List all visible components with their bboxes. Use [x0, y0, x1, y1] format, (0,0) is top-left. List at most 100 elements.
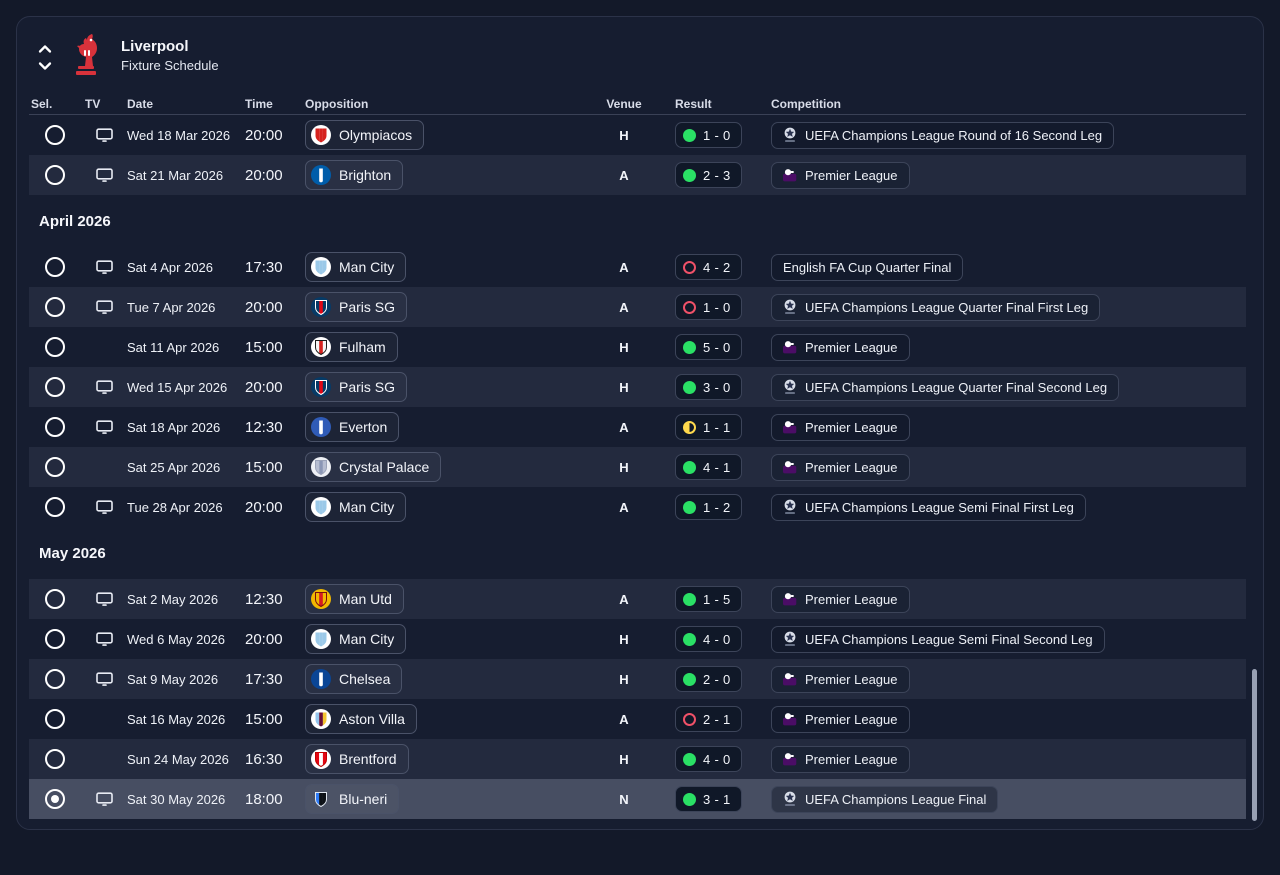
- competition-pill[interactable]: UEFA Champions League Round of 16 Second…: [771, 121, 1115, 149]
- competition-pill[interactable]: UEFA Champions League Final: [771, 785, 999, 813]
- opposition-pill[interactable]: Everton: [305, 412, 400, 442]
- result-pill[interactable]: 3 - 0: [675, 374, 742, 400]
- fixture-row[interactable]: Sat 4 Apr 2026 17:30 Man City A 4 - 2 En…: [29, 247, 1246, 287]
- fixture-time: 16:30: [245, 750, 283, 768]
- fixture-date: Sat 18 Apr 2026: [127, 419, 221, 435]
- tv-icon: [95, 167, 113, 182]
- result-pill[interactable]: 2 - 1: [675, 706, 742, 732]
- opposition-pill[interactable]: Man City: [305, 252, 407, 282]
- select-radio[interactable]: [45, 669, 65, 689]
- opposition-pill[interactable]: Fulham: [305, 332, 398, 362]
- competition-name: UEFA Champions League Semi Final Second …: [805, 631, 1093, 647]
- fixture-row[interactable]: Wed 6 May 2026 20:00 Man City H 4 - 0 UE…: [29, 619, 1246, 659]
- result-pill[interactable]: 1 - 1: [675, 414, 742, 440]
- competition-pill[interactable]: Premier League: [771, 161, 910, 189]
- opposition-pill[interactable]: Olympiacos: [305, 120, 425, 150]
- opposition-pill[interactable]: Brighton: [305, 160, 404, 190]
- chevron-down-icon[interactable]: [37, 59, 53, 70]
- opposition-pill[interactable]: Blu-neri: [305, 784, 400, 814]
- select-radio[interactable]: [45, 497, 65, 517]
- select-radio[interactable]: [45, 789, 65, 809]
- opposition-pill[interactable]: Paris SG: [305, 372, 408, 402]
- select-radio[interactable]: [45, 629, 65, 649]
- select-radio[interactable]: [45, 457, 65, 477]
- result-pill[interactable]: 1 - 2: [675, 494, 742, 520]
- select-radio[interactable]: [45, 297, 65, 317]
- result-pill[interactable]: 4 - 1: [675, 454, 742, 480]
- fixture-row[interactable]: Sat 21 Mar 2026 20:00 Brighton A 2 - 3 P…: [29, 155, 1246, 195]
- competition-pill[interactable]: Premier League: [771, 333, 910, 361]
- club-badge-icon: [311, 297, 331, 317]
- fixture-time: 12:30: [245, 590, 283, 608]
- competition-pill[interactable]: Premier League: [771, 453, 910, 481]
- fixture-row[interactable]: Tue 28 Apr 2026 20:00 Man City A 1 - 2 U…: [29, 487, 1246, 527]
- result-pill[interactable]: 5 - 0: [675, 334, 742, 360]
- competition-pill[interactable]: English FA Cup Quarter Final: [771, 253, 964, 281]
- result-pill[interactable]: 3 - 1: [675, 786, 742, 812]
- fixture-row[interactable]: Sat 11 Apr 2026 15:00 Fulham H 5 - 0 Pre…: [29, 327, 1246, 367]
- opposition-pill[interactable]: Brentford: [305, 744, 409, 774]
- opposition-pill[interactable]: Man City: [305, 492, 407, 522]
- select-radio[interactable]: [45, 417, 65, 437]
- opposition-pill[interactable]: Man Utd: [305, 584, 404, 614]
- result-pill[interactable]: 2 - 3: [675, 162, 742, 188]
- result-pill[interactable]: 4 - 0: [675, 626, 742, 652]
- opposition-pill[interactable]: Crystal Palace: [305, 452, 442, 482]
- opposition-pill[interactable]: Chelsea: [305, 664, 403, 694]
- column-header-tv: TV: [85, 96, 101, 111]
- result-pill[interactable]: 4 - 2: [675, 254, 742, 280]
- result-pill[interactable]: 4 - 0: [675, 746, 742, 772]
- venue-indicator: N: [619, 791, 629, 807]
- result-score: 4 - 0: [703, 751, 731, 767]
- competition-pill[interactable]: Premier League: [771, 413, 910, 441]
- fixture-row[interactable]: Sat 30 May 2026 18:00 Blu-neri N 3 - 1 U…: [29, 779, 1246, 819]
- select-radio[interactable]: [45, 125, 65, 145]
- tv-icon: [95, 671, 113, 686]
- competition-pill[interactable]: Premier League: [771, 745, 910, 773]
- competition-pill[interactable]: UEFA Champions League Quarter Final Seco…: [771, 373, 1120, 401]
- fixture-row[interactable]: Sat 25 Apr 2026 15:00 Crystal Palace H 4…: [29, 447, 1246, 487]
- opposition-pill[interactable]: Man City: [305, 624, 407, 654]
- premier-league-lion-icon: [783, 593, 797, 606]
- chevron-up-icon[interactable]: [37, 42, 53, 53]
- result-loss-dot: [683, 300, 696, 314]
- result-loss-dot: [683, 260, 696, 274]
- competition-pill[interactable]: Premier League: [771, 705, 910, 733]
- fixture-row[interactable]: Sat 18 Apr 2026 12:30 Everton A 1 - 1 Pr…: [29, 407, 1246, 447]
- competition-pill[interactable]: Premier League: [771, 665, 910, 693]
- fixture-row[interactable]: Sun 24 May 2026 16:30 Brentford H 4 - 0: [29, 739, 1246, 779]
- select-radio[interactable]: [45, 165, 65, 185]
- result-pill[interactable]: 1 - 5: [675, 586, 742, 612]
- fixture-time: 15:00: [245, 458, 283, 476]
- competition-pill[interactable]: Premier League: [771, 585, 910, 613]
- select-radio[interactable]: [45, 749, 65, 769]
- venue-indicator: A: [619, 259, 629, 275]
- opposition-pill[interactable]: Aston Villa: [305, 704, 417, 734]
- fixture-row[interactable]: Sat 2 May 2026 12:30 Man Utd A 1 - 5 Pre…: [29, 579, 1246, 619]
- select-radio[interactable]: [45, 377, 65, 397]
- competition-pill[interactable]: UEFA Champions League Quarter Final Firs…: [771, 293, 1101, 321]
- opposition-pill[interactable]: Paris SG: [305, 292, 408, 322]
- result-loss-dot: [683, 712, 696, 726]
- select-radio[interactable]: [45, 589, 65, 609]
- fixture-row[interactable]: Sat 9 May 2026 17:30 Chelsea H 2 - 0 Pre…: [29, 659, 1246, 699]
- scrollbar-thumb[interactable]: [1252, 669, 1257, 821]
- competition-name: Premier League: [805, 419, 898, 435]
- result-pill[interactable]: 1 - 0: [675, 294, 742, 320]
- club-badge-icon: [311, 457, 331, 477]
- fixture-time: 17:30: [245, 258, 283, 276]
- fixture-date: Sun 24 May 2026: [127, 751, 229, 767]
- result-pill[interactable]: 1 - 0: [675, 122, 742, 148]
- fixture-row[interactable]: Wed 15 Apr 2026 20:00 Paris SG H 3 - 0 U…: [29, 367, 1246, 407]
- select-radio[interactable]: [45, 709, 65, 729]
- fixture-row[interactable]: Sat 16 May 2026 15:00 Aston Villa A 2 - …: [29, 699, 1246, 739]
- venue-indicator: A: [619, 711, 629, 727]
- fixture-rows: Wed 18 Mar 2026 20:00 Olympiacos H 1 - 0: [29, 115, 1246, 819]
- fixture-row[interactable]: Tue 7 Apr 2026 20:00 Paris SG A 1 - 0 UE…: [29, 287, 1246, 327]
- competition-pill[interactable]: UEFA Champions League Semi Final First L…: [771, 493, 1086, 521]
- result-pill[interactable]: 2 - 0: [675, 666, 742, 692]
- select-radio[interactable]: [45, 337, 65, 357]
- competition-pill[interactable]: UEFA Champions League Semi Final Second …: [771, 625, 1105, 653]
- select-radio[interactable]: [45, 257, 65, 277]
- fixture-row[interactable]: Wed 18 Mar 2026 20:00 Olympiacos H 1 - 0: [29, 115, 1246, 155]
